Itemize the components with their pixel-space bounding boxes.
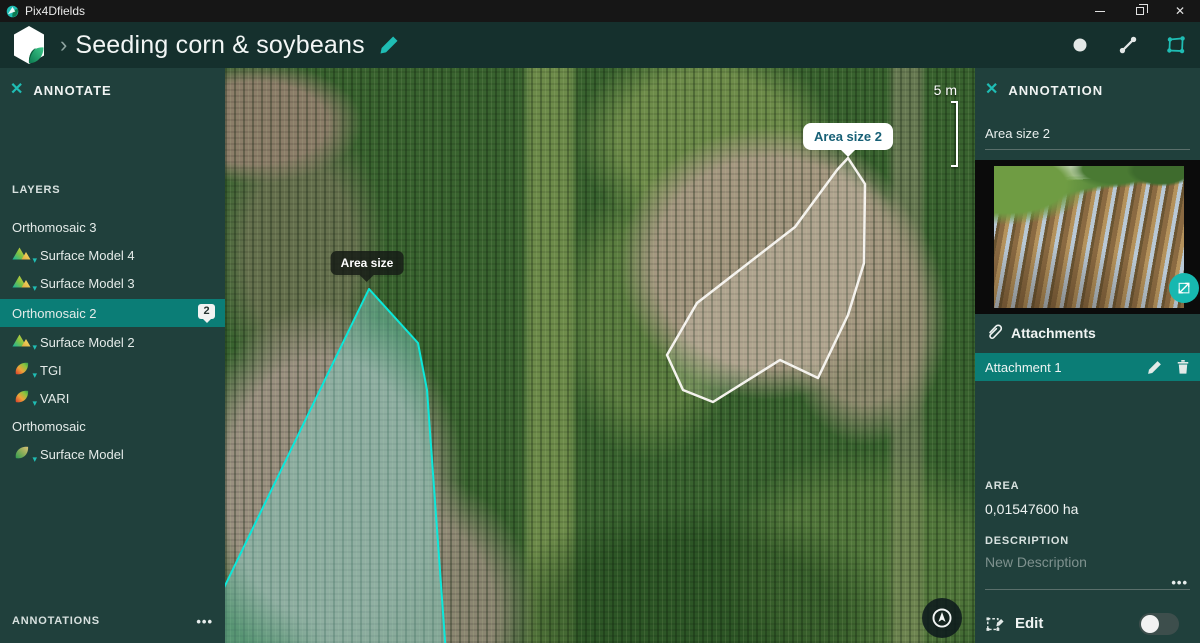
annotation-name: Area size 2: [985, 126, 1050, 141]
minimize-icon: [1095, 11, 1105, 12]
line-measure-tool-button[interactable]: [1116, 33, 1140, 57]
annotation-panel-title: ANNOTATION: [1008, 83, 1103, 98]
restore-button[interactable]: [1120, 0, 1160, 22]
chevron-down-icon: ▾: [32, 255, 37, 266]
close-button[interactable]: ✕: [1160, 0, 1200, 22]
toggle-knob: [1141, 615, 1159, 633]
close-icon: ✕: [1175, 4, 1185, 18]
surface-model-leaf-icon: ▾: [12, 445, 40, 463]
os-titlebar: Pix4Dfields ✕: [0, 0, 1200, 22]
project-title: Seeding corn & soybeans: [75, 31, 365, 60]
annotation-detail-panel: ✕ ANNOTATION Area size 2 Attachments •••…: [975, 68, 1200, 643]
layer-item[interactable]: Orthomosaic 3: [0, 213, 225, 241]
annotation-polygons-layer: [225, 68, 975, 643]
layer-item[interactable]: ▾ VARI: [0, 384, 225, 412]
description-label: DESCRIPTION: [985, 535, 1069, 547]
minimize-button[interactable]: [1080, 0, 1120, 22]
area-size-label-bubble[interactable]: Area size: [331, 251, 404, 275]
layers-section-label: LAYERS: [12, 184, 60, 196]
annotate-panel: ✕ ANNOTATE LAYERS Orthomosaic 3 ▾ Surfac…: [0, 68, 225, 643]
delete-trash-icon[interactable]: [1176, 359, 1190, 375]
attachments-title: Attachments: [1011, 325, 1096, 341]
close-annotate-panel-icon[interactable]: ✕: [10, 82, 23, 98]
edit-title-pencil-icon[interactable]: [379, 35, 399, 55]
layer-item-selected[interactable]: Orthomosaic 2 2: [0, 299, 225, 327]
attachments-menu-icon[interactable]: •••: [1171, 576, 1188, 589]
edit-row: Edit: [975, 604, 1200, 643]
area-size-2-label-bubble[interactable]: Area size 2: [803, 123, 893, 150]
app-window: Pix4Dfields ✕ › Seeding corn & soybeans: [0, 0, 1200, 643]
polygon-tool-icon: [1165, 34, 1187, 56]
rename-pencil-icon[interactable]: [1147, 360, 1162, 375]
annotations-section-label: ANNOTATIONS: [12, 615, 100, 627]
surface-model-icon: ▾: [12, 246, 40, 264]
index-leaf-icon: ▾: [12, 361, 40, 379]
close-annotation-panel-icon[interactable]: ✕: [985, 82, 998, 98]
area-size-polygon[interactable]: [225, 289, 447, 643]
area-label: AREA: [985, 480, 1019, 492]
layer-item[interactable]: ▾ TGI: [0, 356, 225, 384]
chevron-down-icon: ▾: [32, 342, 37, 353]
compass-icon: [931, 607, 953, 629]
map-scale-bar: 5 m: [934, 82, 957, 98]
layer-item[interactable]: ▾ Surface Model: [0, 440, 225, 468]
edit-mode-label: Edit: [1015, 615, 1043, 632]
breadcrumb-chevron-icon: ›: [60, 32, 67, 58]
layer-item[interactable]: ▾ Surface Model 2: [0, 328, 225, 356]
description-input[interactable]: [985, 554, 1185, 570]
edit-polygon-icon: [986, 614, 1005, 633]
chevron-down-icon: ▾: [32, 454, 37, 465]
map-canvas[interactable]: Area size Area size 2 5 m: [225, 68, 975, 643]
divider: [985, 149, 1190, 150]
paperclip-icon: [985, 323, 1003, 343]
compass-button[interactable]: [922, 598, 962, 638]
scale-bracket: [951, 101, 958, 167]
marker-tool-button[interactable]: [1068, 33, 1092, 57]
expand-photo-button[interactable]: [1169, 273, 1199, 303]
index-leaf-icon: ▾: [12, 389, 40, 407]
pix4d-cube-logo-icon[interactable]: [10, 25, 48, 65]
surface-model-icon: ▾: [12, 274, 40, 292]
expand-icon: [1176, 280, 1192, 296]
area-size-2-polygon[interactable]: [667, 158, 865, 402]
polygon-area-tool-button[interactable]: [1164, 33, 1188, 57]
marker-circle-icon: [1072, 37, 1088, 53]
layer-item[interactable]: ▾ Surface Model 4: [0, 241, 225, 269]
edit-mode-toggle[interactable]: [1139, 613, 1179, 635]
layer-item[interactable]: ▾ Surface Model 3: [0, 269, 225, 297]
divider: [985, 589, 1190, 590]
chevron-down-icon: ▾: [32, 283, 37, 294]
surface-model-icon: ▾: [12, 333, 40, 351]
restore-icon: [1136, 7, 1144, 15]
attachment-photo-thumbnail[interactable]: [994, 166, 1184, 308]
layer-item[interactable]: Orthomosaic: [0, 412, 225, 440]
attachment-list-item-selected[interactable]: Attachment 1: [975, 353, 1200, 381]
window-title: Pix4Dfields: [25, 4, 85, 18]
chevron-down-icon: ▾: [32, 398, 37, 409]
line-tool-icon: [1118, 35, 1138, 55]
annotate-panel-title: ANNOTATE: [33, 83, 111, 98]
annotations-menu-icon[interactable]: •••: [196, 615, 213, 628]
annotation-count-badge: 2: [198, 304, 215, 319]
attachment-photo-strip: [975, 160, 1200, 314]
scale-text: 5 m: [934, 82, 957, 98]
app-header: › Seeding corn & soybeans: [0, 22, 1200, 68]
app-logo-small-icon: [6, 5, 19, 18]
chevron-down-icon: ▾: [32, 370, 37, 381]
area-value: 0,01547600 ha: [985, 501, 1078, 517]
